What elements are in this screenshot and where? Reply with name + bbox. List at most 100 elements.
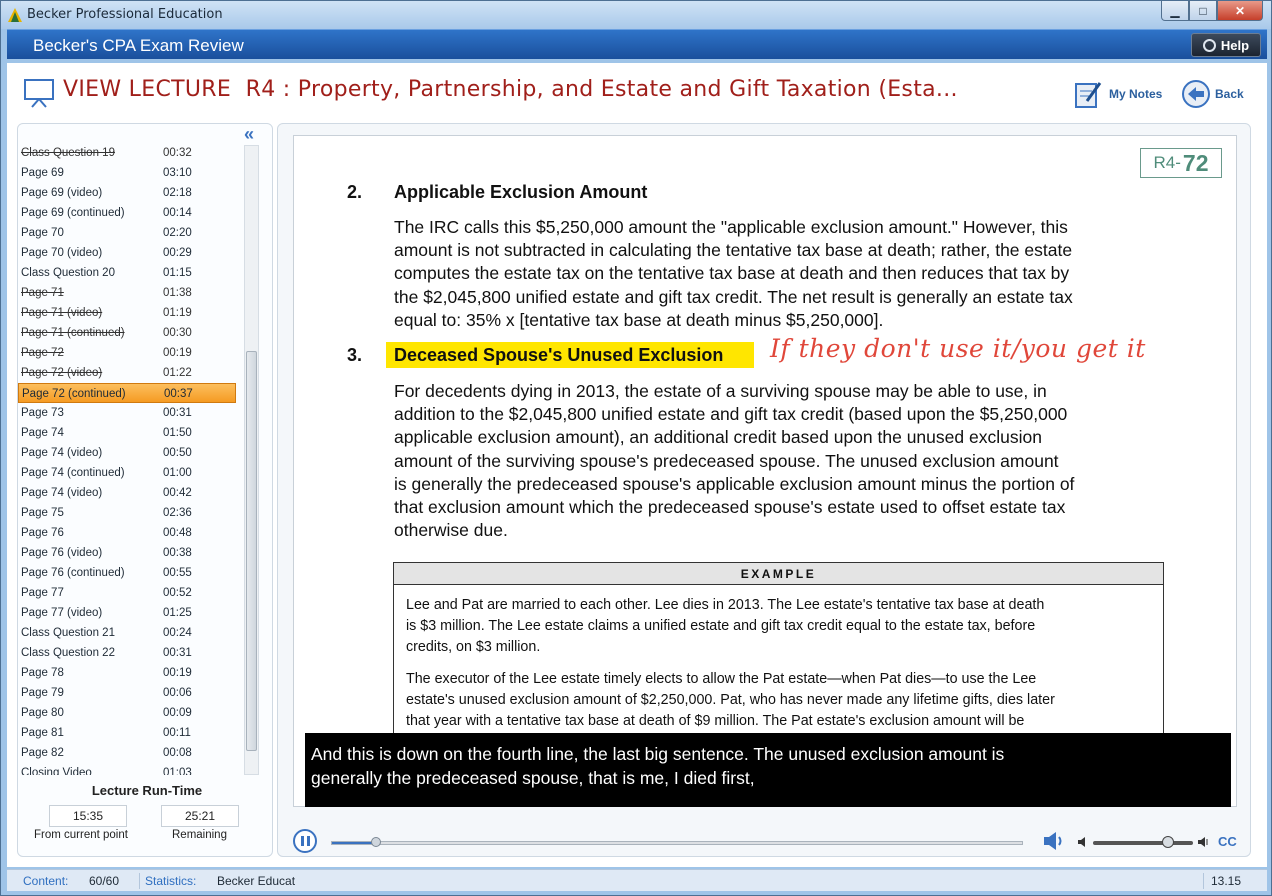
scrollbar-thumb[interactable]	[246, 351, 257, 751]
body-line: addition to the $2,045,800 unified estat…	[394, 404, 1068, 425]
playlist-item-duration: 01:25	[163, 607, 192, 619]
section-3-title: Deceased Spouse's Unused Exclusion	[394, 345, 724, 365]
seek-handle[interactable]	[371, 837, 381, 847]
playlist-item-label: Page 70 (video)	[21, 247, 103, 259]
playlist-item[interactable]: Page 73 00:31	[18, 403, 236, 423]
playlist-item[interactable]: Page 81 00:11	[18, 723, 236, 743]
playlist-item[interactable]: Page 72 00:19	[18, 343, 236, 363]
playlist-item-label: Page 74 (video)	[21, 487, 103, 499]
playlist-item[interactable]: Page 82 00:08	[18, 743, 236, 763]
collapse-double-chevron-icon[interactable]: «	[244, 125, 266, 143]
volume-handle[interactable]	[1162, 836, 1174, 848]
handwritten-annotation: If they don't use it/you get it	[770, 334, 1146, 363]
playlist-item-duration: 00:31	[163, 647, 192, 659]
playlist-item[interactable]: Page 70 02:20	[18, 223, 236, 243]
content-value: 60/60	[89, 874, 120, 888]
playlist-item[interactable]: Page 74 (video) 00:50	[18, 443, 236, 463]
volume-low-icon[interactable]	[1077, 836, 1089, 848]
playlist-item[interactable]: Page 74 (video) 00:42	[18, 483, 236, 503]
playlist-item-label: Page 76 (video)	[21, 547, 103, 559]
playlist-item[interactable]: Page 70 (video) 00:29	[18, 243, 236, 263]
playlist-item-label: Class Question 22	[21, 647, 115, 659]
playlist-item-label: Page 82	[21, 747, 64, 759]
caption-line: And this is down on the fourth line, the…	[311, 744, 1005, 764]
playlist-item-label: Page 69	[21, 167, 64, 179]
body-line: amount is not subtracted in calculating …	[394, 240, 1073, 261]
playlist-item-label: Page 80	[21, 707, 64, 719]
playlist-item[interactable]: Page 76 00:48	[18, 523, 236, 543]
playlist-item[interactable]: Page 77 (video) 01:25	[18, 603, 236, 623]
playlist-item[interactable]: Page 72 (continued) 00:37	[18, 383, 236, 403]
playlist-item-label: Closing Video	[21, 767, 92, 775]
playlist-item[interactable]: Page 69 (continued) 00:14	[18, 203, 236, 223]
body-line: The IRC calls this $5,250,000 amount the…	[394, 217, 1068, 237]
body-line: amount of the surviving spouse's predece…	[394, 450, 1059, 471]
playlist-item[interactable]: Page 76 (video) 00:38	[18, 543, 236, 563]
back-arrow-icon	[1182, 80, 1210, 108]
minimize-button[interactable]: ▁	[1161, 1, 1189, 21]
playlist-item[interactable]: Page 71 (video) 01:19	[18, 303, 236, 323]
speaker-icon[interactable]	[1041, 829, 1065, 853]
view-lecture-label: VIEW LECTURE	[63, 77, 232, 102]
playlist-item-duration: 00:32	[163, 147, 192, 159]
playlist-item-duration: 00:30	[163, 327, 192, 339]
volume-slider[interactable]	[1093, 836, 1193, 848]
playlist-item[interactable]: Page 71 (continued) 00:30	[18, 323, 236, 343]
becker-logo-icon	[8, 8, 22, 22]
playlist-item-duration: 03:10	[163, 167, 192, 179]
content-label: Content:	[23, 874, 69, 888]
playlist-item[interactable]: Page 74 01:50	[18, 423, 236, 443]
seek-progress	[332, 842, 376, 844]
volume-high-icon[interactable]	[1197, 836, 1209, 848]
window-title: Becker Professional Education	[27, 7, 223, 22]
page-prefix: R4-	[1153, 153, 1181, 172]
playlist-item[interactable]: Class Question 20 01:15	[18, 263, 236, 283]
seek-bar[interactable]	[331, 837, 1023, 847]
example-line: Lee and Pat are married to each other. L…	[406, 597, 1045, 613]
playlist-item-label: Page 75	[21, 507, 64, 519]
lecture-slide: R4- 72 2. Applicable Exclusion Amount The…	[293, 135, 1237, 807]
playlist-scrollbar[interactable]	[244, 145, 259, 775]
playlist-item[interactable]: Page 74 (continued) 01:00	[18, 463, 236, 483]
playlist-item[interactable]: Class Question 21 00:24	[18, 623, 236, 643]
playlist-item[interactable]: Page 75 02:36	[18, 503, 236, 523]
help-button[interactable]: Help	[1191, 33, 1261, 57]
example-paragraph-2: The executor of the Lee estate timely el…	[406, 669, 1055, 732]
playlist-item[interactable]: Page 78 00:19	[18, 663, 236, 683]
playlist-item-duration: 00:31	[163, 407, 192, 419]
playlist-item-label: Class Question 20	[21, 267, 115, 279]
playlist-item-duration: 01:00	[163, 467, 192, 479]
playlist-item-label: Page 73	[21, 407, 64, 419]
window-titlebar[interactable]: Becker Professional Education ▁ □ ✕	[1, 1, 1271, 29]
playlist-item-label: Page 79	[21, 687, 64, 699]
playlist-item[interactable]: Page 77 00:52	[18, 583, 236, 603]
example-line: is $3 million. The Lee estate claims a u…	[406, 618, 1036, 634]
playlist-item[interactable]: Page 69 03:10	[18, 163, 236, 183]
my-notes-button[interactable]: My Notes	[1073, 77, 1162, 111]
playlist-item-label: Page 74 (video)	[21, 447, 103, 459]
playlist-item[interactable]: Class Question 22 00:31	[18, 643, 236, 663]
app-title: Becker's CPA Exam Review	[33, 36, 244, 55]
playlist-item[interactable]: Page 80 00:09	[18, 703, 236, 723]
closed-caption-button[interactable]: CC	[1218, 834, 1237, 849]
statistics-value: Becker Educat	[217, 874, 296, 888]
maximize-button[interactable]: □	[1189, 1, 1217, 21]
playlist-item[interactable]: Page 79 00:06	[18, 683, 236, 703]
playlist-item[interactable]: Closing Video 01:03	[18, 763, 236, 775]
playlist-item-label: Page 71	[21, 287, 64, 299]
close-button[interactable]: ✕	[1217, 1, 1263, 21]
playlist-item-duration: 00:08	[163, 747, 192, 759]
playlist-item[interactable]: Class Question 19 00:32	[18, 143, 236, 163]
playlist-item[interactable]: Page 72 (video) 01:22	[18, 363, 236, 383]
section-3-body: For decedents dying in 2013, the estate …	[394, 380, 1074, 542]
playlist-item-duration: 00:11	[163, 727, 191, 739]
lecture-playlist: Class Question 19 00:32 Page 69 03:10 Page 6…	[18, 143, 236, 775]
playlist-item[interactable]: Page 76 (continued) 00:55	[18, 563, 236, 583]
pause-button[interactable]	[293, 829, 317, 853]
playlist-item[interactable]: Page 71 01:38	[18, 283, 236, 303]
playlist-item-duration: 01:38	[163, 287, 192, 299]
statistics-label: Statistics:	[145, 874, 197, 888]
back-button[interactable]: Back	[1181, 77, 1244, 111]
playlist-item[interactable]: Page 69 (video) 02:18	[18, 183, 236, 203]
playlist-item-duration: 00:38	[163, 547, 192, 559]
